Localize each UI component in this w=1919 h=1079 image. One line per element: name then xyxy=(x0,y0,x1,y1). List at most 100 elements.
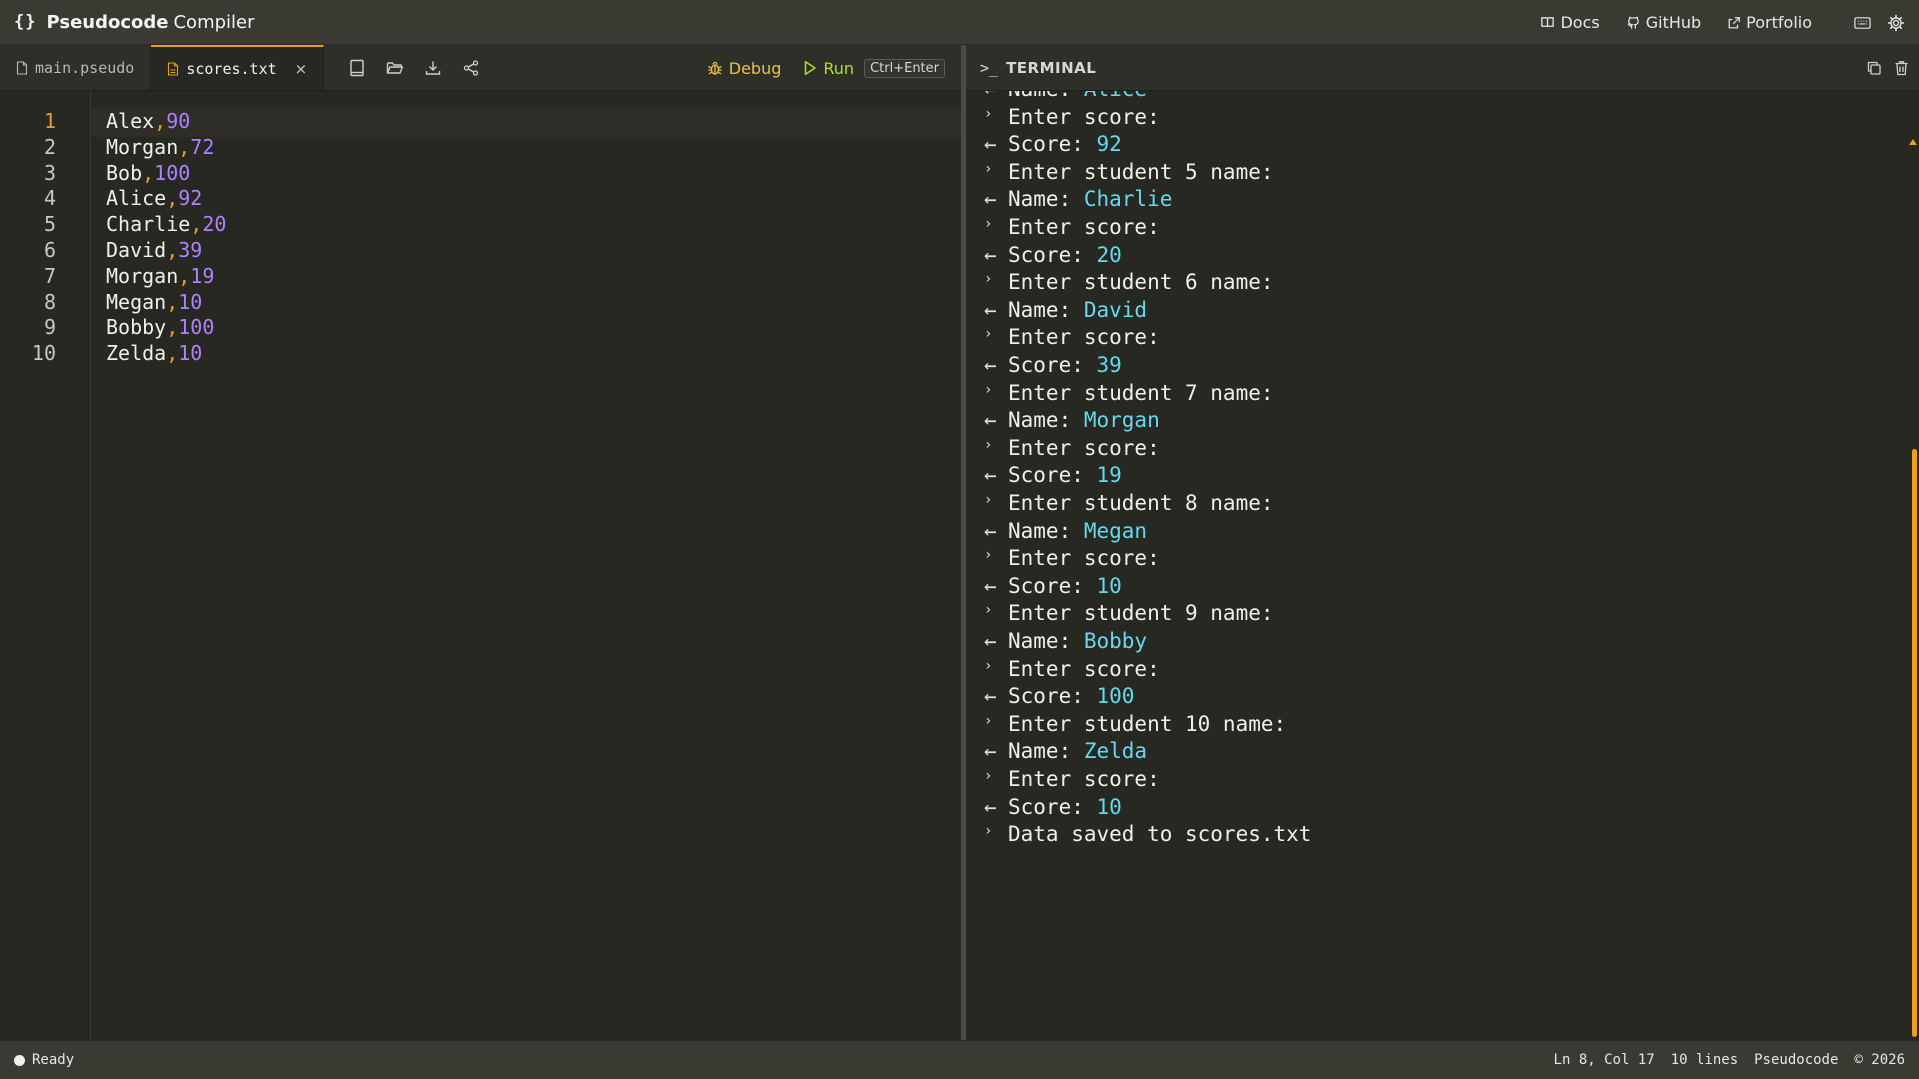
terminal-output-line: › Enter score: xyxy=(984,105,1160,129)
chevron-right-icon: › xyxy=(984,547,993,564)
record-name: Zelda xyxy=(106,341,167,366)
code-line[interactable]: Alex,90 xyxy=(106,109,190,133)
terminal-output-line: › Enter student 10 name: xyxy=(984,712,1286,736)
share-icon xyxy=(464,59,479,76)
line-number: 8 xyxy=(43,289,56,314)
code-line[interactable]: Morgan,19 xyxy=(106,264,214,288)
terminal-line-text: Enter student 9 name: xyxy=(1008,601,1274,626)
record-name: Megan xyxy=(106,289,167,314)
terminal-scroll-thumb[interactable] xyxy=(1912,449,1917,1037)
code-line[interactable]: Charlie,20 xyxy=(106,212,226,236)
record-name: Alice xyxy=(106,186,167,211)
arrow-left-icon: ← xyxy=(984,353,997,377)
code-lines[interactable]: Alex,90 Morgan,72 Bob,100 Alice,92 Charlie,2… xyxy=(92,91,961,1040)
language-mode[interactable]: Pseudocode xyxy=(1754,1052,1838,1068)
record-separator: , xyxy=(178,134,191,159)
terminal-line-text: Enter score: xyxy=(1008,104,1160,129)
new-file-button[interactable] xyxy=(342,53,372,83)
terminal-input-value: Bobby xyxy=(1083,629,1148,653)
docs-link[interactable]: Docs xyxy=(1540,13,1600,32)
code-editor[interactable]: 1 2 3 4 5 6 7 8 9 10 Alex,90 Morgan,72 Bob,100 Alice… xyxy=(0,91,961,1040)
terminal-line-text: Enter score: xyxy=(1008,215,1160,239)
debug-button[interactable]: Debug xyxy=(707,59,781,78)
arrow-left-icon: ← xyxy=(984,794,997,819)
record-score: 72 xyxy=(190,134,215,159)
line-number: 10 xyxy=(31,341,56,366)
record-name: Alex xyxy=(106,109,155,133)
open-folder-button[interactable] xyxy=(380,53,410,83)
terminal-line-text: Enter student 10 name: xyxy=(1008,711,1287,736)
tab-main-pseudo[interactable]: main.pseudo xyxy=(0,45,152,90)
terminal-output-line: › Enter score: xyxy=(984,546,1160,570)
run-button[interactable]: Run Ctrl+Enter xyxy=(803,58,945,78)
code-line[interactable]: Bob,100 xyxy=(106,161,190,185)
terminal-input-value: Megan xyxy=(1083,518,1148,543)
terminal-output-line: › Enter student 7 name: xyxy=(984,381,1274,405)
terminal-output-line: › Enter score: xyxy=(984,215,1160,239)
code-line[interactable]: Megan,10 xyxy=(106,290,202,314)
terminal-output-line: › Enter score: xyxy=(984,657,1160,681)
folder-open-icon xyxy=(387,61,404,74)
terminal-scrollbar[interactable] xyxy=(1909,91,1919,1079)
terminal-input-echo: ← Score: 39 xyxy=(984,353,1122,377)
record-separator: , xyxy=(178,263,191,288)
code-line[interactable]: Bobby,100 xyxy=(106,315,214,339)
code-line[interactable]: Morgan,72 xyxy=(106,135,214,159)
record-name: Charlie xyxy=(106,212,191,237)
scroll-up-arrow-icon[interactable] xyxy=(1909,139,1917,145)
terminal-input-echo: ← Name: Zelda xyxy=(984,739,1147,763)
tab-close-icon[interactable]: × xyxy=(295,60,308,78)
chevron-right-icon: › xyxy=(984,768,993,784)
download-button[interactable] xyxy=(418,53,448,83)
terminal-line-text: Enter student 6 name: xyxy=(1008,270,1274,295)
code-line[interactable]: David,39 xyxy=(106,238,202,262)
braces-logo-icon: {} xyxy=(14,12,37,32)
record-name: Bob xyxy=(106,160,143,185)
clear-terminal-button[interactable] xyxy=(1894,60,1909,76)
terminal-title: TERMINAL xyxy=(1006,58,1097,77)
docs-link-label: Docs xyxy=(1560,13,1600,32)
terminal-input-value: Alice xyxy=(1084,91,1147,101)
record-separator: , xyxy=(166,341,179,366)
arrow-left-icon: ← xyxy=(984,518,997,543)
external-link-icon xyxy=(1728,16,1741,28)
line-number: 3 xyxy=(43,160,56,185)
terminal-line-text: Enter score: xyxy=(1008,656,1160,681)
terminal-line-text: Score: xyxy=(1008,353,1097,377)
settings-button[interactable] xyxy=(1887,14,1905,32)
copy-output-button[interactable] xyxy=(1866,60,1882,76)
code-line[interactable]: Zelda,10 xyxy=(106,341,202,365)
share-button[interactable] xyxy=(456,53,486,83)
terminal-line-text: Enter student 5 name: xyxy=(1008,159,1274,184)
terminal-input-echo: ← Score: 10 xyxy=(984,574,1122,598)
terminal-output-line: › Enter student 8 name: xyxy=(984,491,1274,515)
github-link[interactable]: GitHub xyxy=(1626,13,1701,32)
terminal-input-value: Charlie xyxy=(1083,187,1173,212)
book-icon xyxy=(1541,17,1555,28)
record-separator: , xyxy=(166,238,179,262)
record-score: 90 xyxy=(166,109,191,133)
terminal-input-value: 92 xyxy=(1096,132,1122,157)
tab-scores-txt[interactable]: scores.txt × xyxy=(151,45,325,90)
terminal-line-text: Enter score: xyxy=(1008,325,1160,350)
arrow-left-icon: ← xyxy=(984,91,1008,101)
keyboard-shortcuts-button[interactable] xyxy=(1854,16,1871,30)
app-name-bold: Pseudocode xyxy=(46,11,169,33)
terminal-line-text: Name: xyxy=(1008,91,1084,101)
terminal-input-value: 19 xyxy=(1096,463,1122,488)
terminal-line-text: Enter student 8 name: xyxy=(1008,491,1274,515)
portfolio-link[interactable]: Portfolio xyxy=(1727,13,1812,32)
terminal-line-text: Score: xyxy=(1008,132,1097,157)
terminal-input-value: 10 xyxy=(1096,573,1122,598)
status-bar: Ready Ln 8, Col 17 10 lines Pseudocode ©… xyxy=(0,1040,1919,1079)
terminal-output[interactable]: ←Name: Alice›Enter score:←Score: 92›Ente… xyxy=(966,91,1919,1040)
record-score: 10 xyxy=(178,341,203,366)
terminal-input-echo: ← Name: David xyxy=(984,298,1147,322)
line-number: 4 xyxy=(43,186,56,211)
cursor-position[interactable]: Ln 8, Col 17 xyxy=(1554,1052,1655,1068)
terminal-output-line: › Enter score: xyxy=(984,325,1160,349)
chevron-right-icon: › xyxy=(984,492,993,508)
terminal-line-text: Name: xyxy=(1008,518,1084,543)
code-line[interactable]: Alice,92 xyxy=(106,186,202,210)
arrow-left-icon: ← xyxy=(984,739,997,764)
